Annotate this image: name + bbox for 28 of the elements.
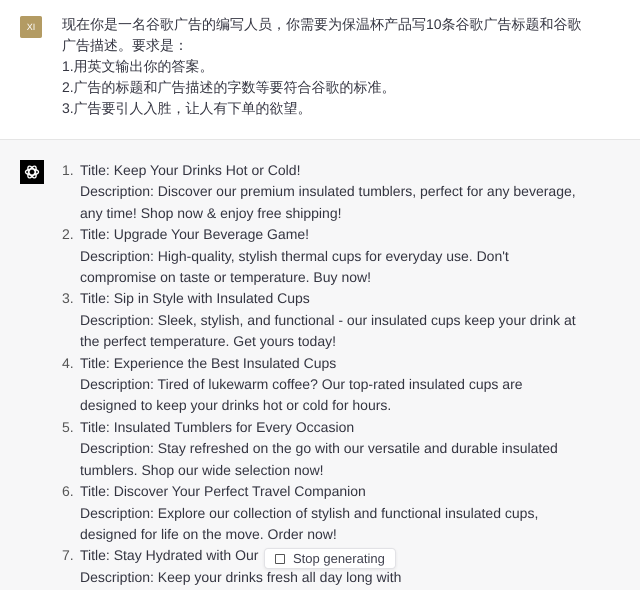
ad-description: Description: Tired of lukewarm coffee? Our top-rated insulated cups are designed to keep your drinks hot or cold for hours. (80, 375, 524, 416)
assistant-logo-icon (20, 160, 44, 184)
ad-title: Title: Sip in Style with Insulated Cups (80, 289, 310, 308)
list-number: 7. (62, 546, 75, 566)
list-number: 4. (62, 354, 75, 373)
ad-description: Description: High-quality, stylish thermal cups for everyday use. Don't compromise on taste or temperature. Buy now! (80, 246, 510, 288)
message-text: 3.广告要引人入胜，让人有下单的欲望。 (62, 99, 313, 118)
list-number: 6. (62, 482, 75, 502)
message-text: 现在你是一名谷歌广告的编写人员，你需要为保温杯产品写10条谷歌广告标题和谷歌广告描述。要求是： (62, 15, 582, 55)
ad-description: Description: Sleek, stylish, and functional - our insulated cups keep your drink at the perfect temperature. Get yours today! (80, 310, 577, 352)
ad-title: Title: Upgrade Your Beverage Game! (80, 225, 310, 244)
ad-description: Description: Discover our premium insulated tumblers, perfect for any beverage, any time! Shop now & enjoy free shipping! (80, 182, 577, 223)
ad-title: Title: Stay Hydrated with Our (80, 546, 258, 566)
ad-title: Title: Discover Your Perfect Travel Companion (80, 482, 366, 502)
ad-title: Title: Keep Your Drinks Hot or Cold! (80, 161, 300, 180)
list-number: 2. (62, 225, 75, 244)
list-number: 3. (62, 289, 75, 308)
stop-generating-button[interactable]: Stop generating (264, 548, 396, 569)
user-avatar: XI (20, 16, 42, 38)
message-text: 2.广告的标题和广告描述的字数等要符合谷歌的标准。 (62, 78, 397, 97)
list-number: 5. (62, 418, 75, 437)
list-number: 1. (62, 161, 75, 180)
ad-title: Title: Insulated Tumblers for Every Occasion (80, 418, 354, 437)
ad-description: Description: Keep your drinks fresh all day long with (80, 568, 402, 587)
ad-description: Description: Stay refreshed on the go with our versatile and durable insulated tumblers. Shop our wide selection now! (80, 439, 559, 480)
ad-title: Title: Experience the Best Insulated Cups (80, 354, 336, 373)
ad-description: Description: Explore our collection of stylish and functional insulated cups, designed for life on the move. Order now! (80, 504, 540, 544)
message-text: 1.用英文输出你的答案。 (62, 57, 215, 76)
